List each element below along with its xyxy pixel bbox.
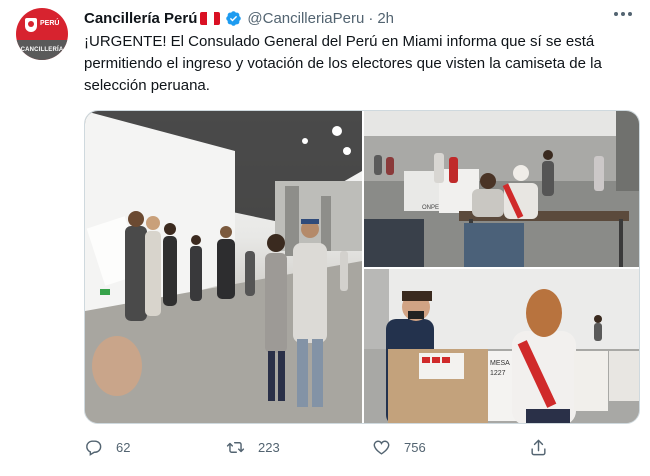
polling-table-illustration: ONPE (364, 111, 639, 267)
polling-table-photo[interactable]: ONPE (364, 111, 639, 267)
voting-booth-illustration: MESA 1227 (364, 269, 639, 423)
retweet-button[interactable]: 223 (226, 438, 280, 457)
reply-button[interactable]: 62 (84, 438, 130, 457)
voters-queue-illustration (85, 111, 362, 423)
voters-queue-photo[interactable] (85, 111, 362, 423)
mesa-number: 1227 (490, 370, 506, 377)
avatar-top-text: PERÚ (40, 20, 60, 27)
like-count: 756 (404, 440, 426, 455)
reply-count: 62 (116, 440, 131, 455)
author-name[interactable]: Cancillería Perú (84, 10, 197, 27)
separator-dot: · (368, 9, 374, 27)
avatar[interactable]: PERÚ CANCILLERÍA (16, 8, 68, 60)
author-handle[interactable]: @CancilleriaPeru (247, 10, 364, 27)
verified-badge-icon (226, 10, 242, 26)
retweet-icon (226, 442, 245, 453)
peru-flag-icon (200, 11, 221, 25)
voting-booth-photo[interactable]: MESA 1227 (364, 269, 639, 423)
like-button[interactable]: 756 (372, 438, 426, 457)
tweet-actions: 62 223 756 (84, 438, 554, 460)
mesa-label: MESA (490, 360, 510, 367)
avatar-band-text: CANCILLERÍA (20, 47, 64, 53)
tweet-timestamp[interactable]: 2h (377, 10, 394, 27)
coat-of-arms-icon (25, 18, 37, 32)
heart-icon (373, 440, 390, 455)
share-button[interactable] (529, 438, 548, 457)
reply-icon (86, 440, 102, 456)
share-icon (531, 439, 546, 456)
booth-label: ONPE (422, 205, 439, 211)
more-options-icon[interactable] (614, 12, 632, 16)
media-grid: ONPE MESA 1227 (84, 110, 640, 424)
tweet-header: Cancillería Perú @CancilleriaPeru · 2h (84, 8, 394, 28)
retweet-count: 223 (258, 440, 280, 455)
tweet-text: ¡URGENTE! El Consulado General del Perú … (84, 33, 602, 94)
